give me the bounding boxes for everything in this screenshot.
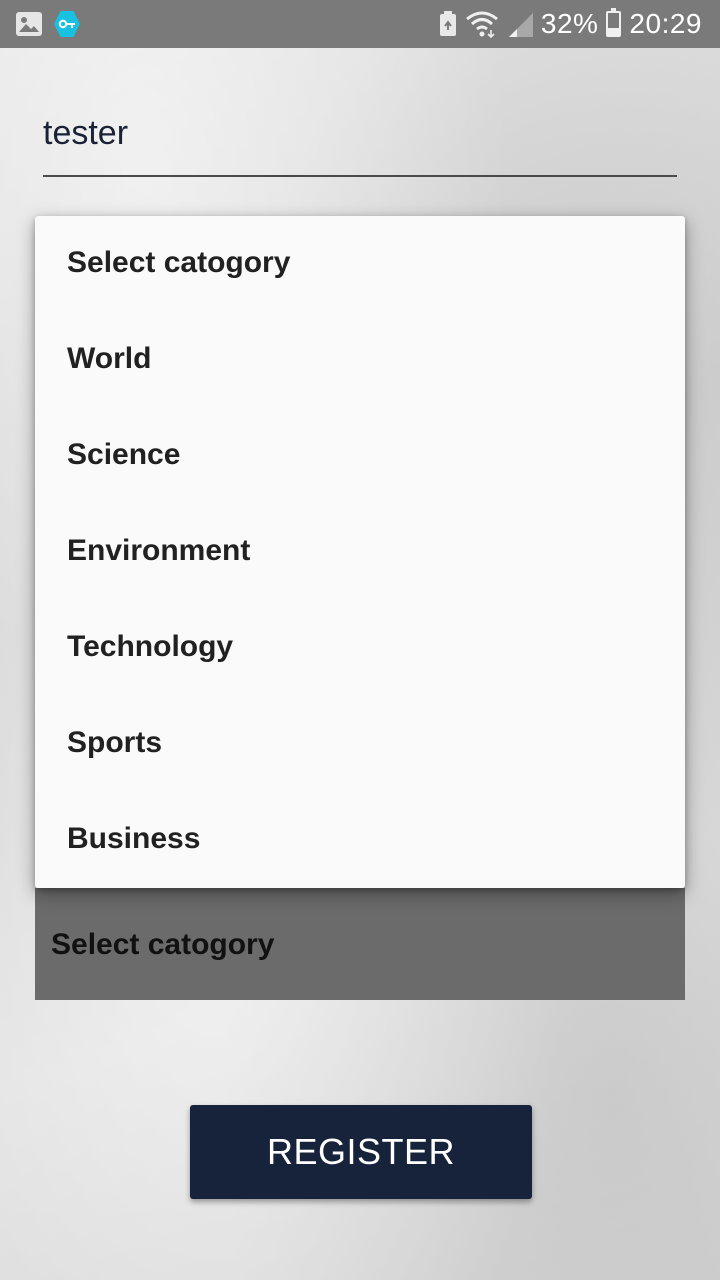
dropdown-option-business[interactable]: Business [35,792,685,888]
dropdown-option-sports[interactable]: Sports [35,696,685,792]
category-spinner[interactable]: Select catogory [35,888,685,1000]
dropdown-option-label: Business [67,822,201,855]
dropdown-option-select-category[interactable]: Select catogory [35,216,685,312]
dropdown-option-label: Technology [67,630,234,663]
status-bar-right: 32% 20:29 [439,6,702,42]
dropdown-option-label: Sports [67,726,163,759]
dropdown-option-label: Science [67,438,181,471]
category-spinner-value: Select catogory [51,928,275,961]
vpn-key-icon [54,11,80,37]
category-dropdown: Select catogory World Science Environmen… [35,216,685,888]
battery-percent: 32% [540,8,599,39]
battery-icon [606,8,622,37]
status-bar-left [16,11,80,37]
status-bar: 32% 20:29 [0,0,720,48]
signal-icon [508,13,533,37]
dropdown-option-label: Environment [67,534,251,567]
dropdown-option-label: Select catogory [67,246,291,279]
dropdown-option-science[interactable]: Science [35,408,685,504]
clock: 20:29 [629,8,702,39]
username-underline [43,175,677,177]
battery-saver-icon [439,11,456,36]
username-field[interactable]: tester [43,114,677,153]
gallery-icon [16,12,42,36]
dropdown-option-label: World [67,342,152,375]
wifi-icon [465,11,498,38]
dropdown-option-world[interactable]: World [35,312,685,408]
dropdown-option-environment[interactable]: Environment [35,504,685,600]
dropdown-option-technology[interactable]: Technology [35,600,685,696]
register-button[interactable]: REGISTER [190,1105,532,1199]
